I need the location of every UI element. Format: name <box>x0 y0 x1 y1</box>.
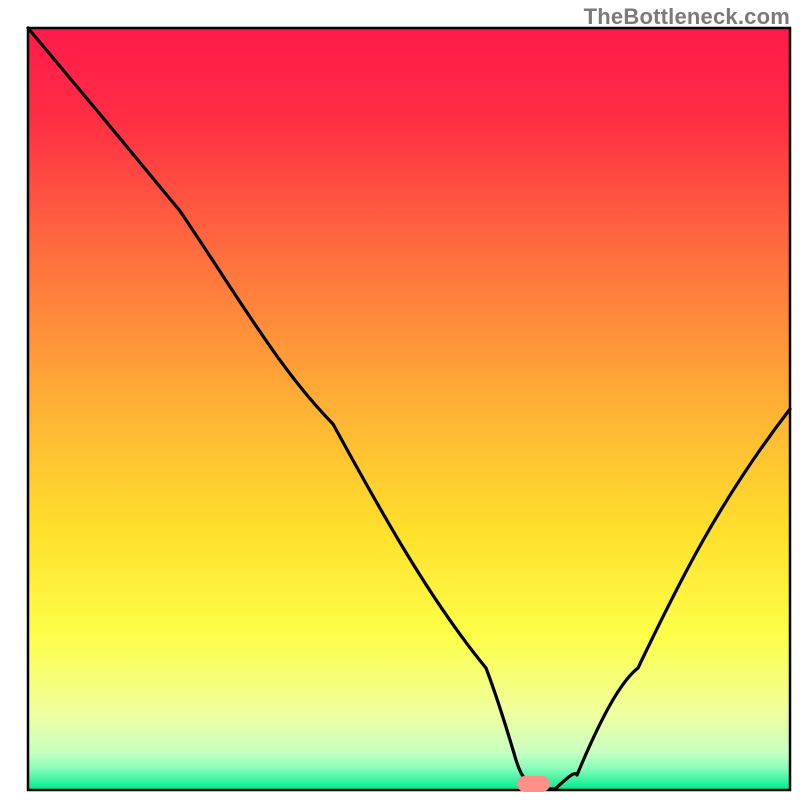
bottleneck-chart <box>0 0 800 800</box>
gradient-background <box>28 28 790 790</box>
watermark-text: TheBottleneck.com <box>584 4 790 30</box>
optimal-point-marker <box>517 776 550 792</box>
chart-container: TheBottleneck.com <box>0 0 800 800</box>
